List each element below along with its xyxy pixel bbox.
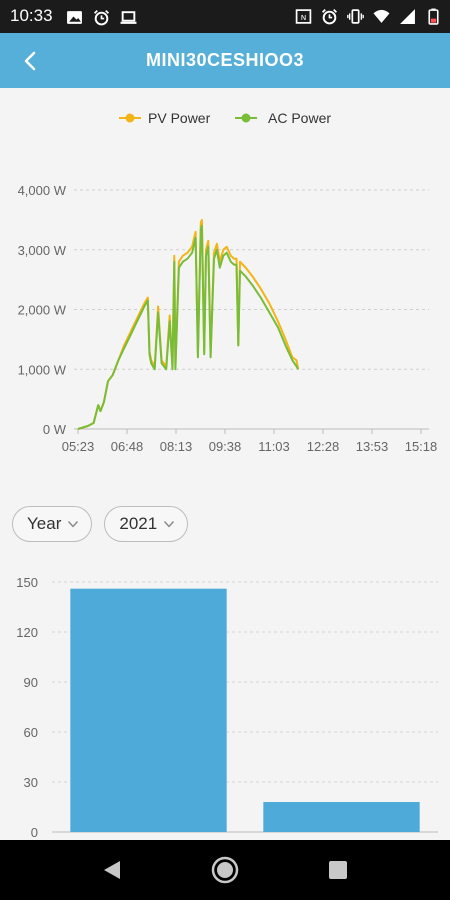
status-right-icons: N bbox=[295, 8, 442, 25]
period-dropdown[interactable]: Year bbox=[12, 506, 93, 542]
nav-back-button[interactable] bbox=[95, 854, 127, 886]
y-tick-label: 4,000 W bbox=[18, 183, 67, 198]
navigation-bar bbox=[0, 840, 450, 900]
x-tick-label: 13:53 bbox=[356, 439, 389, 454]
year-dropdown-value: 2021 bbox=[119, 514, 158, 533]
ac-power-series-line bbox=[77, 224, 300, 430]
year-dropdown[interactable]: 2021 bbox=[104, 506, 189, 542]
x-tick-label: 08:13 bbox=[160, 439, 193, 454]
bar-chart-bars bbox=[70, 588, 420, 832]
y-tick-label: 3,000 W bbox=[18, 243, 67, 258]
status-left-icons bbox=[66, 9, 137, 26]
laptop-icon bbox=[120, 11, 137, 24]
y-tick-label: 0 W bbox=[43, 422, 67, 437]
chevron-down-icon bbox=[68, 521, 79, 528]
vibrate-icon bbox=[347, 9, 364, 24]
x-tick-label: 05:23 bbox=[62, 439, 95, 454]
alarm-icon bbox=[93, 9, 110, 26]
status-bar: 10:33 N bbox=[0, 0, 450, 33]
line-chart-x-axis: 05:23 06:48 08:13 09:38 11:03 12:28 13:53 15:18 bbox=[62, 429, 438, 454]
svg-text:N: N bbox=[301, 13, 307, 22]
power-line-chart: PV Power AC Power 4,000 W 3,000 W 2,000 W 1… bbox=[18, 110, 438, 454]
y-tick-label: 30 bbox=[24, 775, 38, 790]
legend-ac-power[interactable]: AC Power bbox=[235, 110, 331, 126]
legend-ac-label: AC Power bbox=[268, 110, 331, 126]
period-dropdown-value: Year bbox=[27, 514, 62, 533]
bar[interactable] bbox=[70, 588, 227, 832]
chevron-down-icon bbox=[164, 521, 175, 528]
line-chart-grid bbox=[74, 189, 429, 430]
y-tick-label: 1,000 W bbox=[18, 362, 67, 377]
y-tick-label: 150 bbox=[16, 575, 38, 590]
y-tick-label: 0 bbox=[31, 825, 38, 840]
x-tick-label: 09:38 bbox=[209, 439, 242, 454]
nav-recents-square-icon bbox=[329, 861, 347, 879]
y-tick-label: 2,000 W bbox=[18, 303, 67, 318]
line-chart-series bbox=[77, 218, 300, 430]
legend-pv-label: PV Power bbox=[148, 110, 211, 126]
period-selector-row: Year 2021 bbox=[12, 506, 189, 542]
nav-back-triangle-icon bbox=[104, 861, 120, 879]
line-chart-y-axis: 4,000 W 3,000 W 2,000 W 1,000 W 0 W bbox=[18, 183, 67, 437]
x-tick-label: 12:28 bbox=[307, 439, 340, 454]
signal-icon bbox=[400, 9, 415, 24]
x-tick-label: 06:48 bbox=[111, 439, 144, 454]
chart-legend: PV Power AC Power bbox=[119, 110, 331, 126]
bar-chart-y-axis: 150 120 90 60 30 0 bbox=[16, 575, 38, 840]
alarm-icon bbox=[321, 8, 338, 25]
status-time: 10:33 bbox=[10, 6, 53, 25]
app-header: MINI30CESHIOO3 bbox=[0, 33, 450, 88]
pv-power-series-line bbox=[77, 218, 300, 430]
nav-recents-button[interactable] bbox=[322, 854, 354, 886]
nfc-icon: N bbox=[295, 9, 312, 24]
nav-home-button[interactable] bbox=[209, 854, 241, 886]
page-title: MINI30CESHIOO3 bbox=[145, 50, 305, 70]
wifi-icon bbox=[373, 9, 390, 23]
y-tick-label: 120 bbox=[16, 625, 38, 640]
bar[interactable] bbox=[263, 802, 420, 832]
y-tick-label: 60 bbox=[24, 725, 38, 740]
energy-bar-chart: 150 120 90 60 30 0 bbox=[16, 575, 438, 840]
image-icon bbox=[67, 11, 82, 24]
ac-legend-marker bbox=[241, 113, 251, 123]
battery-icon bbox=[428, 8, 439, 25]
pv-legend-marker bbox=[125, 113, 135, 123]
x-tick-label: 11:03 bbox=[258, 439, 290, 454]
y-tick-label: 90 bbox=[24, 675, 38, 690]
legend-pv-power[interactable]: PV Power bbox=[119, 110, 211, 126]
x-tick-label: 15:18 bbox=[405, 439, 438, 454]
nav-home-inner-dot bbox=[217, 862, 233, 878]
